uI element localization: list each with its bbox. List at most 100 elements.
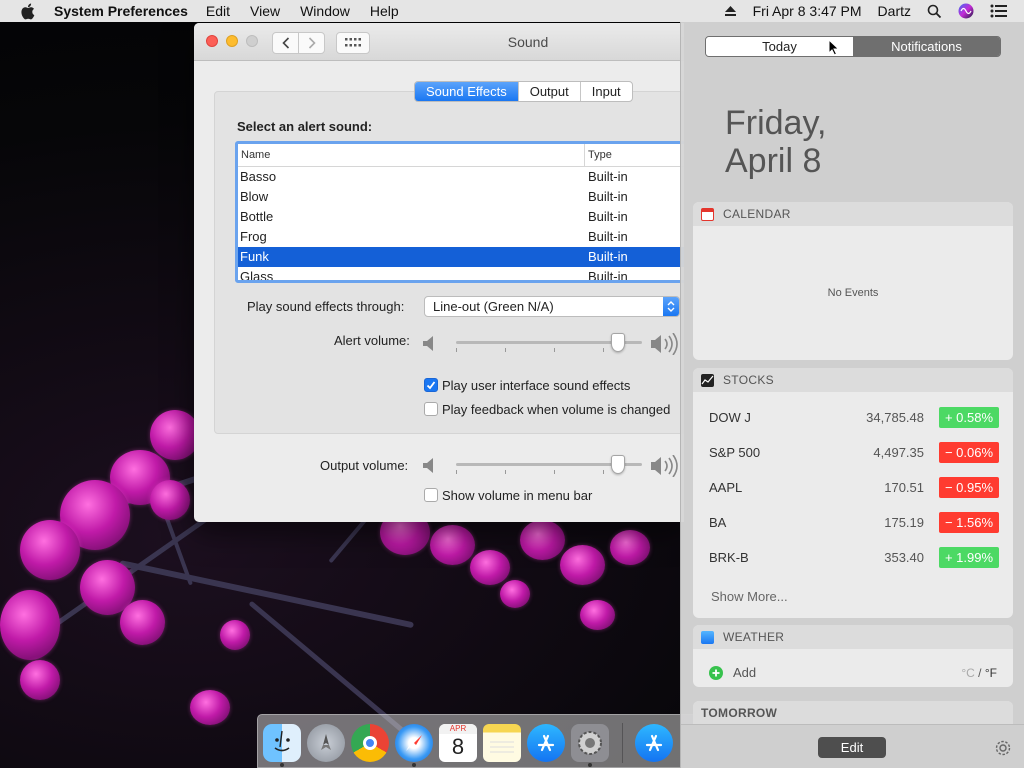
- chrome-icon[interactable]: [351, 724, 389, 762]
- select-arrows-icon: [663, 297, 679, 316]
- unit-celsius[interactable]: °C: [961, 666, 974, 680]
- spotlight-search-icon[interactable]: [927, 4, 942, 19]
- finder-icon[interactable]: [263, 724, 301, 762]
- unit-fahrenheit[interactable]: °F: [985, 666, 997, 680]
- output-volume-slider[interactable]: [456, 454, 642, 476]
- volume-high-icon: [650, 332, 680, 358]
- notes-icon[interactable]: [483, 724, 521, 762]
- stock-price: 170.51: [884, 480, 924, 495]
- stock-change-badge[interactable]: + 0.58%: [939, 407, 999, 428]
- stock-symbol: BRK-B: [709, 550, 749, 565]
- stock-row[interactable]: BA 175.19 − 1.56%: [709, 512, 999, 534]
- play-through-value: Line-out (Green N/A): [433, 299, 554, 314]
- stock-price: 175.19: [884, 515, 924, 530]
- sound-name: Glass: [240, 269, 274, 283]
- alert-sound-heading: Select an alert sound:: [237, 119, 373, 134]
- calendar-month: APR: [439, 724, 477, 734]
- volume-high-icon: [650, 454, 680, 480]
- today-day-line: Friday,: [725, 104, 827, 142]
- stock-row[interactable]: BRK-B 353.40 + 1.99%: [709, 547, 999, 569]
- stock-price: 4,497.35: [873, 445, 924, 460]
- window-titlebar[interactable]: Sound: [194, 23, 684, 61]
- table-row-selected[interactable]: Funk Built-in: [238, 247, 684, 267]
- notification-center-icon[interactable]: [990, 4, 1008, 18]
- stock-price: 353.40: [884, 550, 924, 565]
- calendar-empty-text: No Events: [827, 287, 879, 299]
- table-row[interactable]: Blow Built-in: [238, 187, 684, 207]
- play-through-label: Play sound effects through:: [247, 299, 405, 314]
- tab-input[interactable]: Input: [581, 82, 632, 101]
- alert-sound-table[interactable]: Name Type Basso Built-in Blow Built-in B…: [235, 141, 684, 283]
- sound-name: Frog: [240, 229, 267, 244]
- eject-icon[interactable]: [724, 5, 737, 17]
- gear-icon[interactable]: [994, 739, 1012, 760]
- today-date-line: April 8: [725, 142, 822, 180]
- stocks-widget-title: STOCKS: [723, 373, 774, 387]
- app-store-icon[interactable]: [635, 724, 673, 762]
- siri-icon[interactable]: [958, 3, 974, 19]
- stock-change-badge[interactable]: − 0.95%: [939, 477, 999, 498]
- stock-change-badge[interactable]: − 1.56%: [939, 512, 999, 533]
- stock-row[interactable]: DOW J 34,785.48 + 0.58%: [709, 407, 999, 429]
- stock-row[interactable]: AAPL 170.51 − 0.95%: [709, 477, 999, 499]
- table-row[interactable]: Glass Built-in: [238, 267, 684, 283]
- sound-type: Built-in: [588, 269, 628, 283]
- widget-header: TOMORROW: [693, 701, 1013, 725]
- tomorrow-widget-title: TOMORROW: [701, 706, 778, 720]
- volume-low-icon: [422, 457, 438, 477]
- sound-type: Built-in: [588, 169, 628, 184]
- temperature-unit-toggle[interactable]: °C / °F: [961, 666, 997, 680]
- show-volume-menubar-checkbox[interactable]: [424, 488, 438, 502]
- calendar-day: 8: [451, 734, 465, 759]
- menubar-clock[interactable]: Fri Apr 8 3:47 PM: [753, 3, 862, 19]
- play-through-select[interactable]: Line-out (Green N/A): [424, 296, 680, 317]
- add-location-label: Add: [733, 665, 757, 680]
- stock-change-badge[interactable]: − 0.06%: [939, 442, 999, 463]
- alert-volume-slider[interactable]: [456, 332, 642, 354]
- sound-preferences-window: Sound Sound Effects Output Input Select …: [194, 23, 684, 522]
- sound-tabs: Sound Effects Output Input: [414, 81, 633, 102]
- slider-thumb[interactable]: [611, 455, 625, 474]
- menubar-user[interactable]: Dartz: [878, 3, 911, 19]
- show-volume-menubar-label[interactable]: Show volume in menu bar: [442, 488, 592, 503]
- sound-type: Built-in: [588, 249, 628, 264]
- slider-thumb[interactable]: [611, 333, 625, 352]
- stock-row[interactable]: S&P 500 4,497.35 − 0.06%: [709, 442, 999, 464]
- alert-volume-label: Alert volume:: [334, 333, 410, 348]
- sound-name: Bottle: [240, 209, 274, 224]
- safari-icon[interactable]: [395, 724, 433, 762]
- column-header-name[interactable]: Name: [238, 144, 585, 166]
- volume-feedback-label[interactable]: Play feedback when volume is changed: [442, 402, 670, 417]
- launchpad-icon[interactable]: [307, 724, 345, 762]
- calendar-icon: [701, 207, 714, 221]
- tab-notifications[interactable]: Notifications: [853, 37, 1000, 56]
- table-row[interactable]: Frog Built-in: [238, 227, 684, 247]
- stock-change-badge[interactable]: + 1.99%: [939, 547, 999, 568]
- ui-sound-effects-label[interactable]: Play user interface sound effects: [442, 378, 630, 393]
- edit-widgets-button[interactable]: Edit: [818, 737, 886, 758]
- tab-output[interactable]: Output: [519, 82, 581, 101]
- app-store-icon[interactable]: [527, 724, 565, 762]
- weather-widget-title: WEATHER: [723, 630, 785, 644]
- add-location-button[interactable]: Add: [709, 665, 756, 680]
- volume-feedback-checkbox[interactable]: [424, 402, 438, 416]
- menu-window[interactable]: Window: [300, 3, 350, 19]
- menu-edit[interactable]: Edit: [206, 3, 230, 19]
- weather-icon: [701, 630, 714, 644]
- apple-menu-icon[interactable]: [20, 3, 40, 20]
- tab-sound-effects[interactable]: Sound Effects: [415, 82, 519, 101]
- stock-symbol: DOW J: [709, 410, 751, 425]
- table-row[interactable]: Basso Built-in: [238, 167, 684, 187]
- menu-help[interactable]: Help: [370, 3, 399, 19]
- dock: APR 8: [257, 714, 727, 768]
- stocks-widget: STOCKS DOW J 34,785.48 + 0.58% S&P 500 4,497…: [693, 368, 1013, 618]
- column-header-type[interactable]: Type: [585, 144, 612, 166]
- menu-view[interactable]: View: [250, 3, 280, 19]
- system-preferences-icon[interactable]: [571, 724, 609, 762]
- table-row[interactable]: Bottle Built-in: [238, 207, 684, 227]
- show-more-link[interactable]: Show More...: [711, 589, 788, 604]
- calendar-icon[interactable]: APR 8: [439, 724, 477, 762]
- ui-sound-effects-checkbox[interactable]: [424, 378, 438, 392]
- menu-app-name[interactable]: System Preferences: [54, 3, 188, 19]
- sound-name: Basso: [240, 169, 277, 184]
